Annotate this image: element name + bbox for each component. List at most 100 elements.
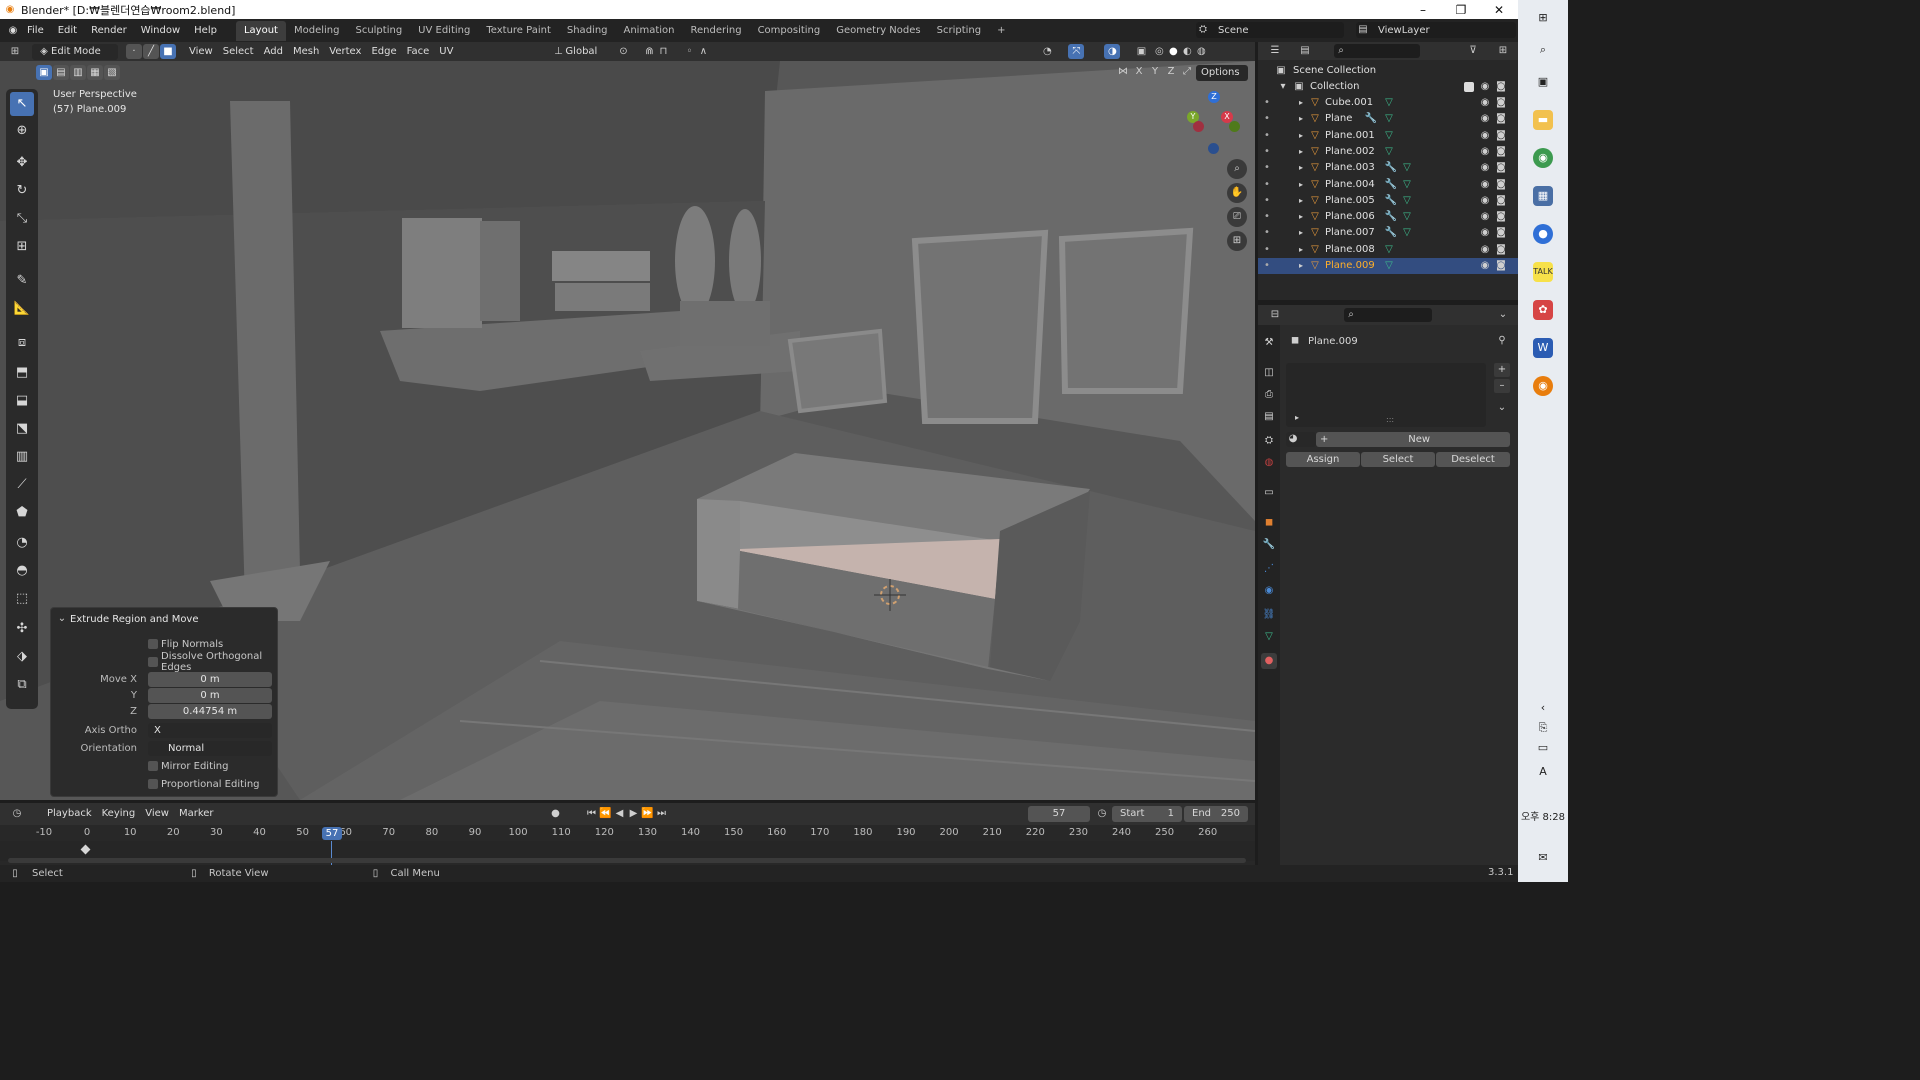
add-slot-button[interactable]: + xyxy=(1494,363,1510,377)
view-layer-tab-icon[interactable]: ▤ xyxy=(1261,409,1277,425)
menu-view[interactable]: View xyxy=(184,44,218,60)
scene-selector[interactable]: ⛭ Scene xyxy=(1196,22,1344,38)
gizmo-neg-z[interactable] xyxy=(1208,143,1219,154)
chevron-right-icon[interactable]: ▸ xyxy=(1294,226,1308,240)
outliner-item-cube-001[interactable]: • ▸ ▽ Cube.001 ▽ ◉ ◙ xyxy=(1258,95,1518,111)
playhead[interactable]: 57 xyxy=(322,827,342,840)
windows-start-icon[interactable]: ⊞ xyxy=(1533,8,1553,28)
prev-keyframe-icon[interactable]: ⏪ xyxy=(599,807,613,821)
editor-type-icon[interactable]: ⊞ xyxy=(8,45,22,59)
tab-texture-paint[interactable]: Texture Paint xyxy=(478,21,559,41)
tab-animation[interactable]: Animation xyxy=(616,21,683,41)
bevel-tool-icon[interactable]: ⬔ xyxy=(10,417,34,441)
properties-editor-icon[interactable]: ⊟ xyxy=(1268,308,1282,322)
modifier-wrench-icon[interactable]: 🔧 xyxy=(1384,178,1398,192)
minimize-button[interactable]: – xyxy=(1404,0,1442,19)
chevron-right-icon[interactable]: ▸ xyxy=(1294,243,1308,257)
world-tab-icon[interactable]: ◍ xyxy=(1261,455,1277,471)
menu-timeline-view[interactable]: View xyxy=(140,806,174,822)
gizmo-neg-x[interactable] xyxy=(1193,121,1204,132)
scene-collection-row[interactable]: ▣ Scene Collection xyxy=(1258,63,1518,79)
modifier-tab-icon[interactable]: 🔧 xyxy=(1261,537,1277,553)
orientation-select[interactable]: Normal xyxy=(148,740,272,756)
render-camera-icon[interactable]: ◙ xyxy=(1494,161,1508,175)
deselect-button[interactable]: Deselect xyxy=(1436,452,1510,467)
gizmo-toggle-icon[interactable]: ⤧ xyxy=(1068,44,1085,59)
render-camera-icon[interactable]: ◙ xyxy=(1494,194,1508,208)
zoom-icon[interactable]: ⌕ xyxy=(1227,159,1247,179)
select-invert-icon[interactable]: ▦ xyxy=(87,65,103,80)
mesh-data-icon[interactable]: ▽ xyxy=(1382,129,1396,143)
select-new-icon[interactable]: ▣ xyxy=(36,65,52,80)
select-button[interactable]: Select xyxy=(1361,452,1435,467)
list-resize-handle[interactable]: ::: xyxy=(1386,415,1394,424)
proportional-editing-checkbox[interactable] xyxy=(148,779,158,789)
inset-tool-icon[interactable]: ⬓ xyxy=(10,389,34,413)
record-icon[interactable]: ● xyxy=(549,807,563,821)
dissolve-checkbox[interactable] xyxy=(148,657,158,667)
transform-orientation-selector[interactable]: ⊥ Global xyxy=(546,44,608,60)
notification-icon[interactable]: ✉ xyxy=(1533,848,1553,868)
select-intersect-icon[interactable]: ▧ xyxy=(104,65,120,80)
tab-uv-editing[interactable]: UV Editing xyxy=(410,21,478,41)
pan-hand-icon[interactable]: ✋ xyxy=(1227,183,1247,203)
constraints-tab-icon[interactable]: ⛓ xyxy=(1261,607,1277,623)
shading-solid-icon[interactable]: ● xyxy=(1166,45,1180,59)
jump-start-icon[interactable]: ⏮ xyxy=(585,807,599,821)
menu-mesh[interactable]: Mesh xyxy=(288,44,324,60)
chevron-right-icon[interactable]: ▸ xyxy=(1294,145,1308,159)
outliner-item-plane-008[interactable]: • ▸ ▽ Plane.008 ▽ ◉ ◙ xyxy=(1258,242,1518,258)
physics-tab-icon[interactable]: ◉ xyxy=(1261,583,1277,599)
modifier-wrench-icon[interactable]: 🔧 xyxy=(1384,226,1398,240)
snap-target-icon[interactable]: ⊓ xyxy=(656,45,670,59)
mesh-data-icon[interactable]: ▽ xyxy=(1400,161,1414,175)
chevron-right-icon[interactable]: ▸ xyxy=(1290,411,1304,425)
outliner-item-plane-004[interactable]: • ▸ ▽ Plane.004 🔧 ▽ ◉ ◙ xyxy=(1258,177,1518,193)
xray-icon[interactable]: ▣ xyxy=(1134,45,1148,59)
chevron-right-icon[interactable]: ▸ xyxy=(1294,96,1308,110)
clock[interactable]: 오후 8:28 xyxy=(1518,808,1568,823)
eye-icon[interactable]: ◉ xyxy=(1478,161,1492,175)
ortho-grid-icon[interactable]: ⊞ xyxy=(1227,231,1247,251)
axis-x-toggle[interactable]: X xyxy=(1132,65,1146,79)
kakaotalk-icon[interactable]: TALK xyxy=(1533,262,1553,282)
eye-icon[interactable]: ◉ xyxy=(1478,243,1492,257)
object-tab-icon[interactable]: ◼ xyxy=(1261,515,1277,531)
outliner-search-input[interactable]: ⌕ xyxy=(1334,44,1420,58)
spin-tool-icon[interactable]: ◔ xyxy=(10,531,34,555)
outliner-item-plane-003[interactable]: • ▸ ▽ Plane.003 🔧 ▽ ◉ ◙ xyxy=(1258,160,1518,176)
render-camera-icon[interactable]: ◙ xyxy=(1494,243,1508,257)
eye-icon[interactable]: ◉ xyxy=(1478,194,1492,208)
particles-tab-icon[interactable]: ⋰ xyxy=(1261,561,1277,577)
edge-select-icon[interactable]: ╱ xyxy=(143,44,159,59)
ime-indicator[interactable]: A xyxy=(1533,762,1553,782)
word-icon[interactable]: W xyxy=(1533,338,1553,358)
move-z-field[interactable]: 0.44754 m xyxy=(148,703,272,719)
proportional-edit-icon[interactable]: ◦ xyxy=(682,45,696,59)
close-button[interactable]: ✕ xyxy=(1480,0,1518,19)
search-icon[interactable]: ⌕ xyxy=(1533,40,1553,60)
mesh-data-icon[interactable]: ▽ xyxy=(1382,259,1396,273)
viewlayer-selector[interactable]: ▤ ViewLayer xyxy=(1356,22,1516,38)
auto-merge-icon[interactable]: ⤢ xyxy=(1180,65,1194,79)
chevron-down-icon[interactable]: ⌄ xyxy=(1495,401,1509,415)
shading-rendered-icon[interactable]: ◍ xyxy=(1194,45,1208,59)
operator-panel-header[interactable]: ⌄ Extrude Region and Move xyxy=(57,612,199,626)
gizmo-z[interactable]: Z xyxy=(1208,91,1220,103)
mesh-data-icon[interactable]: ▽ xyxy=(1382,96,1396,110)
eye-icon[interactable]: ◉ xyxy=(1478,259,1492,273)
assign-button[interactable]: Assign xyxy=(1286,452,1360,467)
menu-render[interactable]: Render xyxy=(84,19,134,42)
menu-edge[interactable]: Edge xyxy=(366,44,401,60)
mesh-data-icon[interactable]: ▽ xyxy=(1400,194,1414,208)
mesh-data-icon[interactable]: ▽ xyxy=(1382,112,1396,126)
blender-taskbar-icon[interactable]: ◉ xyxy=(1533,376,1553,396)
shear-tool-icon[interactable]: ⬗ xyxy=(10,645,34,669)
properties-search-input[interactable]: ⌕ xyxy=(1344,308,1432,322)
pin-icon[interactable]: ⚲ xyxy=(1495,334,1509,348)
transform-tool-icon[interactable]: ⊞ xyxy=(10,235,34,259)
visibility-icon[interactable]: ◔ xyxy=(1040,45,1054,59)
modifier-wrench-icon[interactable]: 🔧 xyxy=(1384,210,1398,224)
poly-build-tool-icon[interactable]: ⬟ xyxy=(10,501,34,525)
material-tab-icon[interactable]: ● xyxy=(1261,653,1277,669)
